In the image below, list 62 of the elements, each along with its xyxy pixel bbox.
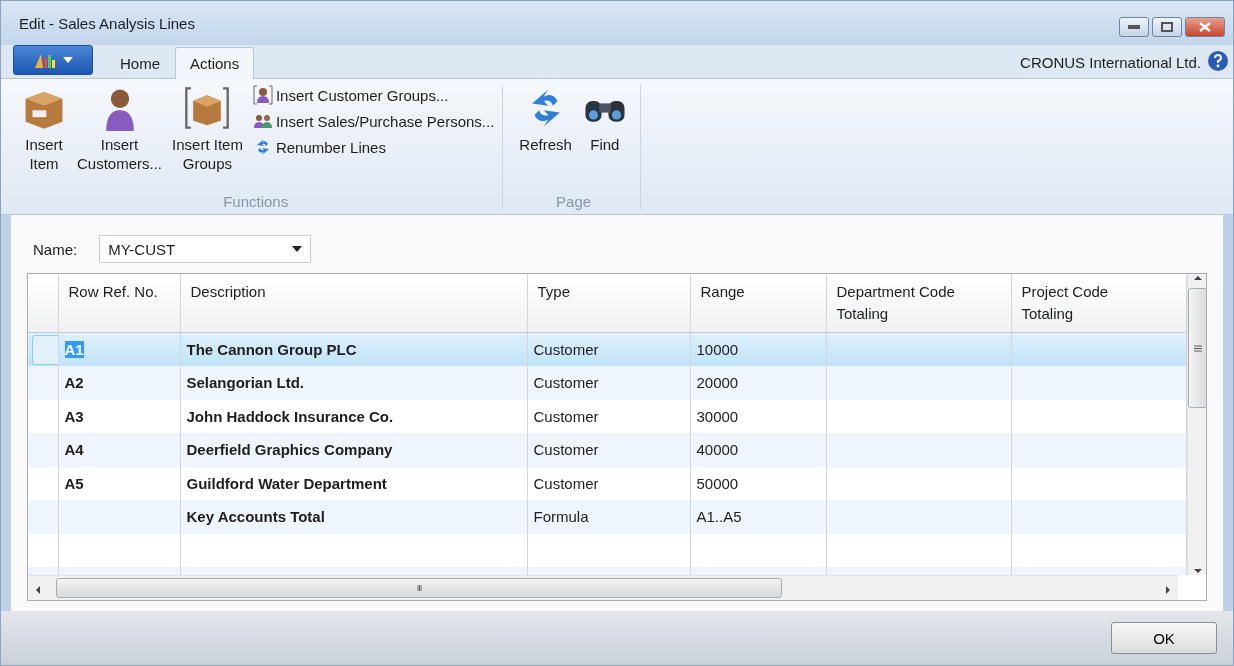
table-row[interactable]: A4 Deerfield Graphics Company Customer 40000 — [28, 433, 1186, 467]
scroll-grip: III — [416, 583, 422, 594]
column-header[interactable]: Description — [180, 274, 527, 333]
framed-box-icon — [184, 85, 231, 132]
bar-chart-logo-icon — [33, 52, 57, 69]
company-name: CRONUS International Ltd. — [1020, 54, 1201, 72]
table-cell: Customer — [527, 366, 690, 400]
ribbon-button[interactable]: Insert Customers... — [73, 85, 167, 194]
table-cell: A2 — [58, 366, 180, 400]
app-menu-button[interactable] — [13, 45, 93, 76]
ribbon-button[interactable]: Insert Sales/Purchase Persons... — [252, 111, 495, 132]
column-header[interactable]: Type — [527, 274, 690, 333]
ribbon-button[interactable]: Insert Customer Groups... — [252, 85, 495, 106]
window-title: Edit - Sales Analysis Lines — [19, 14, 195, 32]
table-row[interactable]: A1 The Cannon Group PLC Customer 10000 — [28, 332, 1186, 367]
table-row[interactable]: A2 Selangorian Ltd. Customer 20000 — [28, 366, 1186, 400]
name-dropdown[interactable]: MY-CUST — [99, 235, 312, 264]
ribbon-button[interactable]: Insert Item — [17, 85, 71, 194]
table-cell: 20000 — [690, 366, 826, 400]
minimize-icon — [1128, 25, 1140, 29]
help-icon[interactable] — [1207, 50, 1229, 73]
horizontal-scrollbar[interactable]: III — [28, 575, 1178, 601]
ribbon-button[interactable]: Refresh — [515, 85, 576, 194]
table-cell: Deerfield Graphics Company — [180, 433, 527, 467]
table-row[interactable]: Key Accounts Total Formula A1..A5 — [28, 500, 1186, 534]
ribbon-button[interactable]: Renumber Lines — [252, 137, 495, 158]
framed-person-icon — [252, 85, 273, 106]
ok-button[interactable]: OK — [1111, 622, 1217, 655]
caret-icon — [292, 246, 303, 253]
vertical-scrollbar[interactable] — [1186, 274, 1206, 576]
ribbon-button[interactable]: Find — [577, 85, 632, 194]
table-row[interactable]: A5 Guildford Water Department Customer 50000 — [28, 466, 1186, 501]
column-header[interactable]: Project Code Totaling — [1011, 274, 1186, 333]
ribbon-tab[interactable]: Home — [105, 47, 175, 80]
caret-icon — [63, 57, 73, 64]
minimize-button[interactable] — [1119, 17, 1149, 37]
column-header[interactable]: Row Ref. No. — [58, 274, 180, 333]
table-cell: Customer — [527, 433, 690, 467]
ribbon-button[interactable]: Insert Item Groups — [168, 85, 247, 194]
table-cell: A1..A5 — [690, 500, 826, 534]
group-title: Functions — [222, 193, 290, 211]
scroll-right-icon[interactable] — [1164, 585, 1172, 594]
ribbon-tab[interactable]: Actions — [175, 47, 255, 80]
close-icon — [1199, 22, 1211, 32]
close-button[interactable] — [1185, 17, 1225, 37]
group-title: Page — [555, 193, 593, 211]
grip-icon — [1193, 344, 1202, 352]
table-cell: Selangorian Ltd. — [180, 366, 527, 400]
scroll-down-icon[interactable] — [1193, 567, 1202, 576]
table-cell: Formula — [527, 500, 690, 534]
maximize-button[interactable] — [1152, 17, 1182, 37]
table-cell: Key Accounts Total — [180, 500, 527, 534]
column-header[interactable]: Range — [690, 274, 826, 333]
name-label: Name: — [33, 240, 78, 258]
table-cell: 40000 — [690, 433, 826, 467]
table-row[interactable]: A3 John Haddock Insurance Co. Customer 30000 — [28, 399, 1186, 434]
table-cell: A4 — [58, 433, 180, 467]
scroll-left-icon[interactable] — [34, 585, 42, 594]
scroll-thumb[interactable] — [1187, 288, 1206, 409]
maximize-icon — [1161, 22, 1173, 32]
scroll-up-icon[interactable] — [1193, 274, 1202, 283]
column-header[interactable]: Department Code Totaling — [826, 274, 1011, 333]
